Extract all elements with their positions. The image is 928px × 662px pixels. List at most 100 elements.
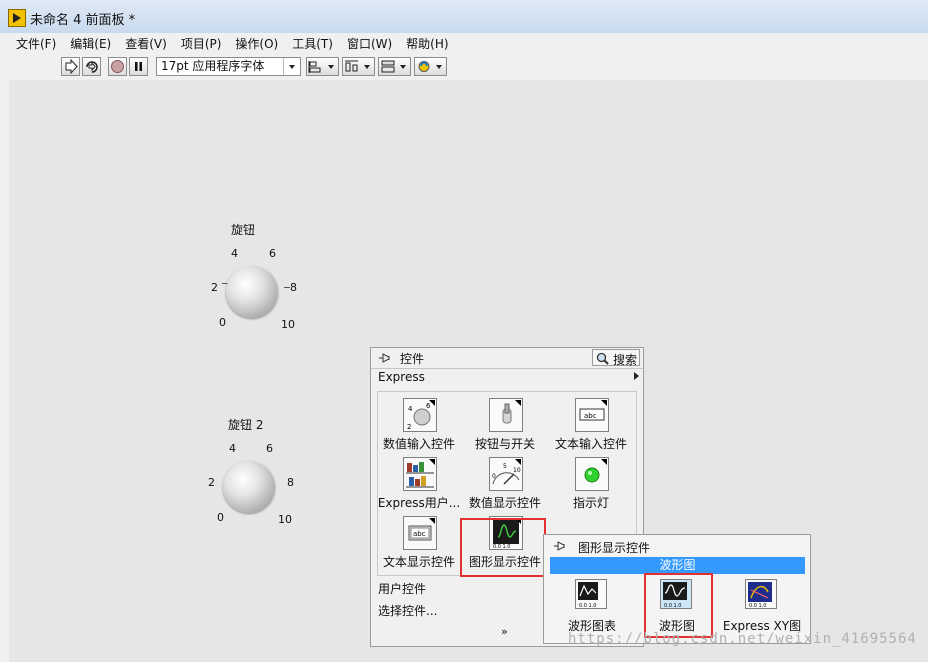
window-title: 未命名 4 前面板 *	[30, 13, 136, 28]
palette-item-label: 数值输入控件	[382, 437, 455, 451]
menu-view[interactable]: 查看(V)	[118, 35, 174, 52]
string-indicator-icon: abc	[403, 516, 437, 550]
string-control-icon: abc	[575, 398, 609, 432]
palette-item-label: 按钮与开关	[474, 437, 535, 451]
toolbar: 17pt 应用程序字体	[9, 53, 928, 81]
reorder-icon	[418, 61, 442, 72]
search-button[interactable]: 搜索	[592, 349, 640, 367]
window-frame	[0, 33, 9, 662]
title-bar: 未命名 4 前面板 *	[0, 0, 928, 34]
search-label: 搜索	[613, 353, 638, 367]
knob-label: 旋钮	[231, 223, 256, 237]
knob-label: 旋钮 2	[228, 418, 264, 432]
highlight-annotation	[644, 573, 713, 638]
menu-tools[interactable]: 工具(T)	[285, 35, 340, 52]
font-dropdown-value: 17pt 应用程序字体	[161, 59, 265, 73]
resize-objects-button[interactable]	[378, 57, 411, 76]
toggle-switch-icon	[489, 398, 523, 432]
menu-window[interactable]: 窗口(W)	[340, 35, 399, 52]
gauge-icon: 0 5 10	[489, 457, 523, 491]
knob-control[interactable]	[226, 266, 278, 318]
pause-icon	[135, 62, 142, 71]
watermark: https://blog.csdn.net/weixin_41695564	[568, 631, 917, 647]
express-xy-graph-item[interactable]: 0.0 1.0 Express XY图	[722, 579, 802, 637]
string-controls-item[interactable]: abc 文本输入控件	[549, 396, 633, 454]
knob-tick-mark	[284, 287, 290, 288]
svg-text:abc: abc	[584, 412, 597, 420]
expand-arrow-icon	[634, 372, 639, 380]
distribute-objects-icon	[345, 60, 370, 72]
menu-project[interactable]: 项目(P)	[174, 35, 229, 52]
run-continuously-button[interactable]	[82, 57, 101, 76]
knob-tick: 10	[278, 513, 292, 526]
numeric-indicators-item[interactable]: 0 5 10 数值显示控件	[463, 455, 547, 513]
palette-item-label: 数值显示控件	[468, 496, 541, 510]
selected-item-banner: 波形图	[550, 557, 805, 574]
palette-item-label: 文本输入控件	[554, 437, 627, 451]
string-indicators-item[interactable]: abc 文本显示控件	[377, 514, 461, 572]
thumbtack-icon[interactable]	[553, 540, 567, 552]
abort-button[interactable]	[108, 57, 127, 76]
align-objects-button[interactable]	[306, 57, 339, 76]
waveform-chart-icon: 0.0 1.0	[575, 579, 607, 609]
led-indicators-item[interactable]: 指示灯	[549, 455, 633, 513]
knob-tick: 8	[287, 476, 294, 489]
select-control-link[interactable]: 选择控件...	[378, 602, 437, 619]
svg-text:4: 4	[408, 405, 413, 413]
knob-tick: 8	[290, 281, 297, 294]
search-icon	[596, 352, 609, 365]
knob-tick: 0	[219, 316, 226, 329]
run-button[interactable]	[61, 57, 80, 76]
knob-tick: 6	[266, 442, 273, 455]
palette-title: 控件	[400, 352, 425, 366]
knob-tick: 6	[269, 247, 276, 260]
express-user-controls-item[interactable]: Express用户...	[377, 455, 461, 513]
labview-vi-icon	[8, 9, 26, 27]
knob-tick: 10	[281, 318, 295, 331]
menu-file[interactable]: 文件(F)	[9, 35, 63, 52]
dropdown-arrow-icon	[283, 58, 300, 75]
numeric-controls-item[interactable]: 246 数值输入控件	[377, 396, 461, 454]
svg-text:10: 10	[513, 467, 521, 474]
waveform-chart-item[interactable]: 0.0 1.0 波形图表	[552, 579, 632, 637]
knob-control[interactable]	[223, 461, 275, 513]
stop-icon	[111, 60, 124, 73]
font-dropdown[interactable]: 17pt 应用程序字体	[156, 57, 301, 76]
svg-text:0: 0	[492, 473, 496, 480]
more-chevron-icon[interactable]: »	[501, 625, 508, 638]
subpalette-title: 图形显示控件	[578, 541, 651, 555]
svg-text:2: 2	[407, 423, 411, 431]
resize-objects-icon	[381, 60, 406, 73]
knob-tick: 4	[231, 247, 238, 260]
highlight-annotation	[460, 518, 546, 577]
thumbtack-icon[interactable]	[378, 352, 392, 364]
menu-edit[interactable]: 编辑(E)	[63, 35, 118, 52]
user-controls-link[interactable]: 用户控件	[378, 580, 426, 597]
palette-item-label: 文本显示控件	[382, 555, 455, 569]
menu-operate[interactable]: 操作(O)	[228, 35, 285, 52]
palette-item-label: Express用户...	[377, 496, 461, 510]
subpalette-header: 图形显示控件	[544, 535, 810, 557]
category-express[interactable]: Express	[378, 370, 425, 384]
knob-tick: 4	[229, 442, 236, 455]
menu-help[interactable]: 帮助(H)	[399, 35, 455, 52]
run-continuously-icon	[86, 61, 98, 73]
svg-text:0.0 1.0: 0.0 1.0	[579, 603, 597, 608]
align-objects-icon	[308, 61, 334, 73]
palette-item-label: 指示灯	[572, 496, 609, 510]
led-icon	[575, 457, 609, 491]
buttons-switches-item[interactable]: 按钮与开关	[463, 396, 547, 454]
knob-tick: 2	[208, 476, 215, 489]
express-user-controls-icon	[403, 457, 437, 491]
run-arrow-icon	[65, 58, 78, 75]
svg-text:abc: abc	[413, 530, 426, 538]
palette-header: 控件 搜索	[371, 348, 643, 369]
menu-bar: 文件(F) 编辑(E) 查看(V) 项目(P) 操作(O) 工具(T) 窗口(W…	[9, 33, 928, 53]
distribute-objects-button[interactable]	[342, 57, 375, 76]
numeric-control-icon: 246	[403, 398, 437, 432]
svg-text:5: 5	[503, 463, 507, 470]
knob-tick: 2	[211, 281, 218, 294]
express-xy-graph-icon: 0.0 1.0	[745, 579, 777, 609]
pause-button[interactable]	[129, 57, 148, 76]
reorder-button[interactable]	[414, 57, 447, 76]
